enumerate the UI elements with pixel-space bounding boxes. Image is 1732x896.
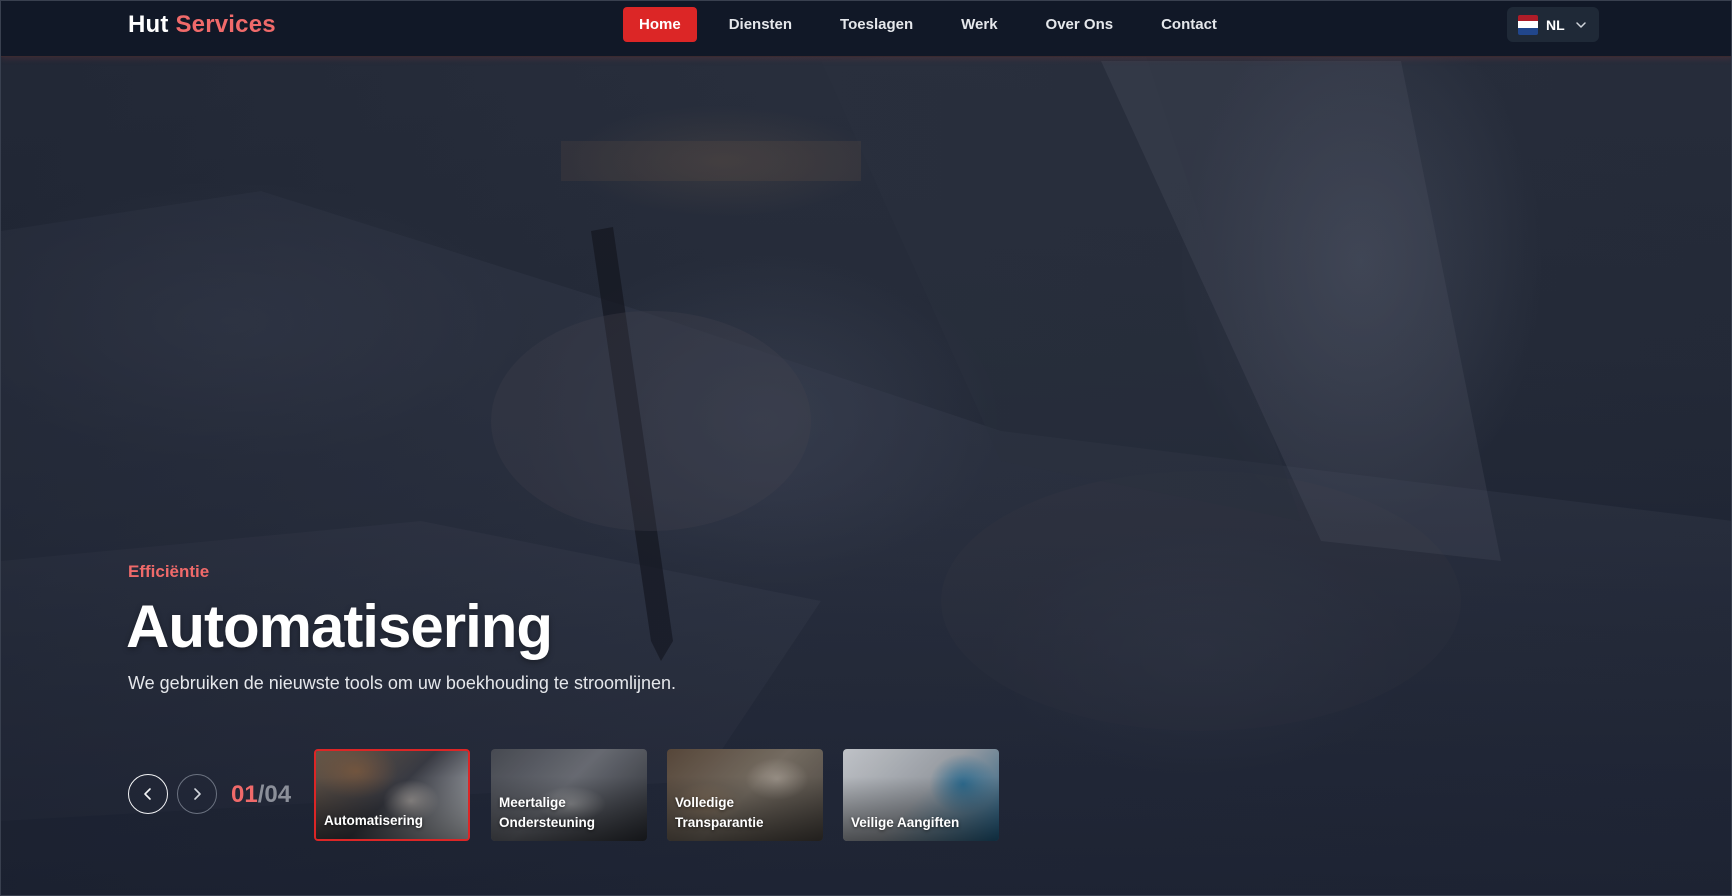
language-selector[interactable]: NL xyxy=(1507,7,1599,42)
slide-thumb-meertalige-ondersteuning[interactable]: Meertalige Ondersteuning xyxy=(491,749,647,841)
thumb-label: Meertalige Ondersteuning xyxy=(499,795,596,830)
hero-title: Automatisering xyxy=(126,593,553,660)
language-code: NL xyxy=(1546,16,1565,33)
thumb-label: Volledige Transparantie xyxy=(675,795,764,830)
nav-toeslagen[interactable]: Toeslagen xyxy=(824,7,929,42)
slide-counter: 01/04 xyxy=(231,781,291,809)
nav-werk[interactable]: Werk xyxy=(945,7,1013,42)
slider-prev-button[interactable] xyxy=(128,774,168,814)
chevron-right-icon xyxy=(194,788,201,800)
chevron-down-icon xyxy=(1575,21,1586,28)
hero-eyebrow: Efficiëntie xyxy=(128,562,210,581)
chevron-left-icon xyxy=(144,788,151,800)
top-navbar: Hut Services Home Diensten Toeslagen Wer… xyxy=(1,1,1731,57)
slider-next-button[interactable] xyxy=(177,774,217,814)
brand-name-part1: Hut xyxy=(128,11,169,38)
slide-thumb-veilige-aangiften[interactable]: Veilige Aangiften xyxy=(843,749,999,841)
slide-total: /04 xyxy=(257,781,292,808)
brand-name-part2: Services xyxy=(175,11,276,38)
nav-over-ons[interactable]: Over Ons xyxy=(1030,7,1130,42)
thumb-label: Veilige Aangiften xyxy=(851,815,960,830)
hero-description: We gebruiken de nieuwste tools om uw boe… xyxy=(128,673,676,693)
page: Hut Services Home Diensten Toeslagen Wer… xyxy=(0,0,1732,896)
slide-current: 01 xyxy=(231,781,258,808)
nav-home[interactable]: Home xyxy=(623,7,697,42)
main-nav: Home Diensten Toeslagen Werk Over Ons Co… xyxy=(623,7,1249,42)
netherlands-flag-icon xyxy=(1518,14,1538,35)
slide-thumb-automatisering[interactable]: Automatisering xyxy=(314,749,470,841)
slide-thumb-volledige-transparantie[interactable]: Volledige Transparantie xyxy=(667,749,823,841)
nav-contact[interactable]: Contact xyxy=(1145,7,1233,42)
nav-diensten[interactable]: Diensten xyxy=(713,7,808,42)
brand-logo[interactable]: Hut Services xyxy=(128,11,276,39)
thumb-label: Automatisering xyxy=(324,813,424,828)
